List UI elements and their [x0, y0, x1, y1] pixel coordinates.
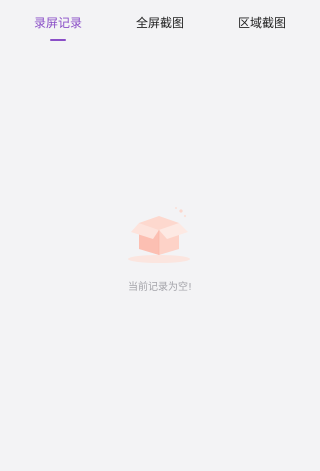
empty-box-icon — [128, 207, 190, 263]
tab-label: 区域截图 — [237, 16, 286, 30]
tab-region-screenshot[interactable]: 区域截图 — [209, 0, 315, 44]
empty-message: 当前记录为空! — [127, 282, 192, 293]
tab-screen-recordings[interactable]: 录屏记录 — [5, 0, 111, 44]
tab-fullscreen-screenshot[interactable]: 全屏截图 — [107, 0, 213, 44]
tab-label: 全屏截图 — [135, 16, 184, 30]
active-tab-indicator — [50, 39, 66, 41]
tab-label: 录屏记录 — [33, 16, 82, 30]
empty-state: 当前记录为空! — [0, 205, 320, 305]
tab-bar: 录屏记录 全屏截图 区域截图 — [0, 0, 320, 44]
